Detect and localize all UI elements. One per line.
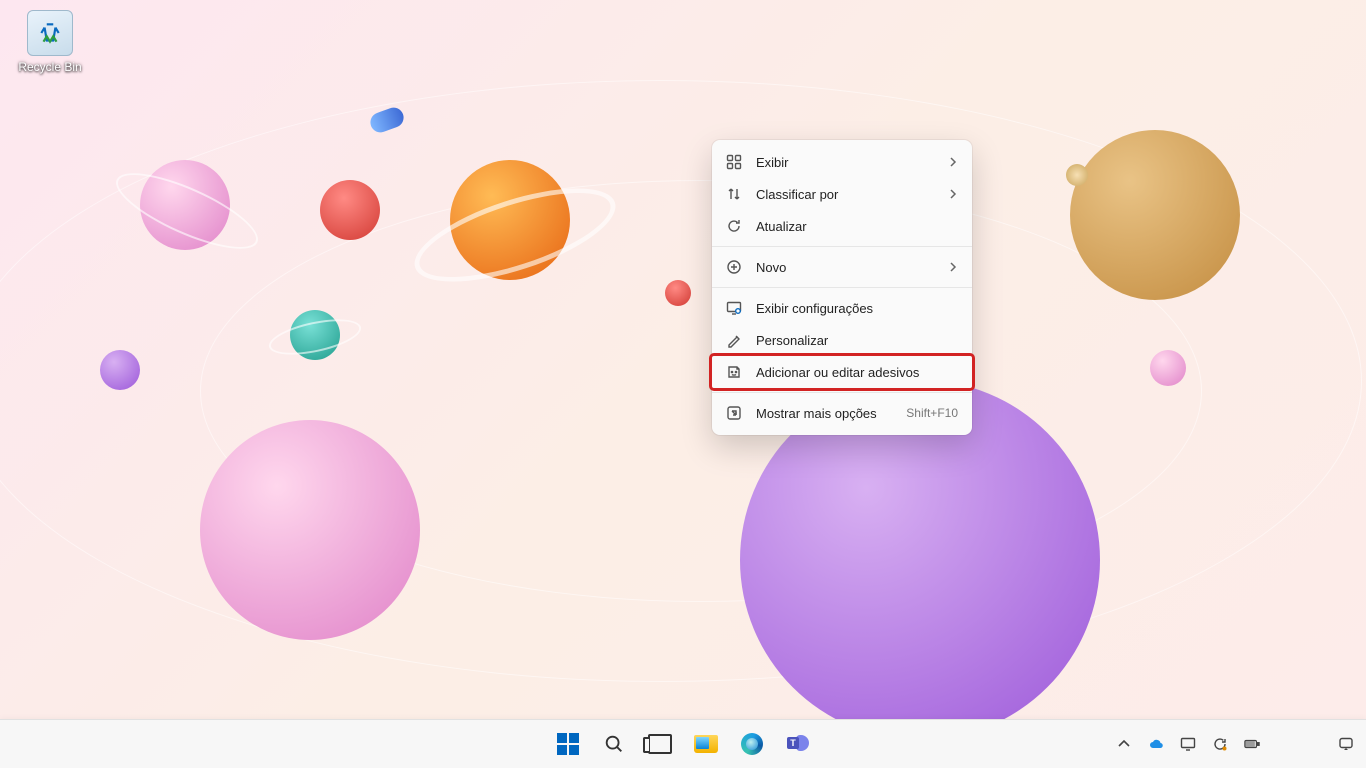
menu-item-sort[interactable]: Classificar por: [712, 178, 972, 210]
more-options-icon: [726, 405, 742, 421]
task-view-button[interactable]: [640, 724, 680, 764]
monitor-icon: [1180, 736, 1196, 752]
desktop-icon-recycle-bin[interactable]: Recycle Bin: [10, 10, 90, 74]
chevron-right-icon: [948, 155, 958, 170]
new-icon: [726, 259, 742, 275]
wallpaper-blob: [665, 280, 691, 306]
taskbar-center: T: [548, 724, 818, 764]
display-settings-icon: [726, 300, 742, 316]
personalize-icon: [726, 332, 742, 348]
taskbar: T: [0, 719, 1366, 768]
windows-logo-icon: [557, 733, 579, 755]
refresh-icon: [726, 218, 742, 234]
menu-separator: [712, 246, 972, 247]
menu-item-refresh[interactable]: Atualizar: [712, 210, 972, 242]
tray-onedrive[interactable]: [1142, 724, 1170, 764]
wallpaper-blob: [320, 180, 380, 240]
tray-display[interactable]: [1174, 724, 1202, 764]
tray-chevron[interactable]: [1110, 724, 1138, 764]
wallpaper-blob: [1150, 350, 1186, 386]
menu-item-shortcut: Shift+F10: [906, 406, 958, 420]
sort-icon: [726, 186, 742, 202]
menu-item-label: Novo: [756, 260, 934, 275]
task-view-icon: [648, 734, 672, 754]
search-icon: [603, 733, 625, 755]
view-grid-icon: [726, 154, 742, 170]
desktop-context-menu: Exibir Classificar por Atualizar: [712, 140, 972, 435]
tray-notifications[interactable]: [1332, 724, 1360, 764]
wallpaper-blob: [100, 350, 140, 390]
stickers-icon: [726, 364, 742, 380]
wallpaper-planet: [200, 420, 420, 640]
chevron-right-icon: [948, 187, 958, 202]
tray-updates[interactable]: [1206, 724, 1234, 764]
tray-clock[interactable]: [1270, 737, 1328, 750]
menu-item-label: Mostrar mais opções: [756, 406, 892, 421]
menu-item-display-settings[interactable]: Exibir configurações: [712, 292, 972, 324]
battery-icon: [1244, 736, 1260, 752]
folder-icon: [694, 735, 718, 753]
cloud-icon: [1148, 736, 1164, 752]
search-button[interactable]: [594, 724, 634, 764]
teams-button[interactable]: T: [778, 724, 818, 764]
menu-item-label: Atualizar: [756, 219, 958, 234]
teams-icon: T: [787, 733, 809, 755]
chevron-right-icon: [948, 260, 958, 275]
notification-icon: [1338, 736, 1354, 752]
menu-item-label: Classificar por: [756, 187, 934, 202]
menu-item-label: Exibir configurações: [756, 301, 958, 316]
menu-separator: [712, 287, 972, 288]
recycle-bin-icon: [27, 10, 73, 56]
file-explorer-button[interactable]: [686, 724, 726, 764]
menu-separator: [712, 392, 972, 393]
menu-item-label: Personalizar: [756, 333, 958, 348]
menu-item-more-options[interactable]: Mostrar mais opções Shift+F10: [712, 397, 972, 429]
menu-item-label: Exibir: [756, 155, 934, 170]
menu-item-new[interactable]: Novo: [712, 251, 972, 283]
menu-item-stickers[interactable]: Adicionar ou editar adesivos: [712, 356, 972, 388]
chevron-up-icon: [1116, 736, 1132, 752]
start-button[interactable]: [548, 724, 588, 764]
taskbar-tray: [1110, 720, 1360, 768]
menu-item-personalize[interactable]: Personalizar: [712, 324, 972, 356]
recycle-bin-label: Recycle Bin: [10, 60, 90, 74]
tray-battery[interactable]: [1238, 724, 1266, 764]
wallpaper-cookie: [1070, 130, 1240, 300]
edge-icon: [741, 733, 763, 755]
menu-item-view[interactable]: Exibir: [712, 146, 972, 178]
wallpaper-cookie-bite: [1066, 164, 1088, 186]
edge-button[interactable]: [732, 724, 772, 764]
menu-item-label: Adicionar ou editar adesivos: [756, 365, 958, 380]
sync-alert-icon: [1212, 736, 1228, 752]
